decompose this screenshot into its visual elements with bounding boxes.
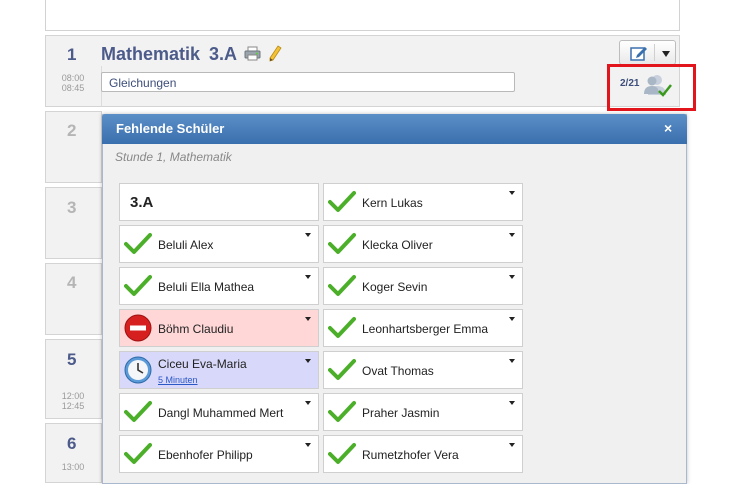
student-name: Böhm Claudiu xyxy=(158,322,234,336)
student-name: Ebenhofer Philipp xyxy=(158,448,253,462)
dialog-title: Fehlende Schüler xyxy=(116,121,225,136)
chevron-down-icon[interactable] xyxy=(305,233,311,237)
late-duration-link[interactable]: 5 Minuten xyxy=(158,375,198,385)
student-card[interactable]: Klecka Oliver xyxy=(323,225,523,263)
previous-lesson-card xyxy=(45,0,680,31)
chevron-down-icon[interactable] xyxy=(662,51,670,57)
lesson-start-time: 12:00 xyxy=(61,391,85,401)
student-card[interactable]: Ebenhofer Philipp xyxy=(119,435,319,473)
lesson-title: Mathematik 3.A xyxy=(101,44,237,65)
lesson-number: 4 xyxy=(67,273,77,292)
chevron-down-icon[interactable] xyxy=(509,401,515,405)
dialog-subtitle: Stunde 1, Mathematik xyxy=(115,150,232,164)
class-name: 3.A xyxy=(209,44,238,64)
lesson-number: 1 xyxy=(67,45,77,64)
student-name: Leonhartsberger Emma xyxy=(362,322,489,336)
lesson-topic-field[interactable]: Gleichungen xyxy=(101,72,515,92)
chevron-down-icon[interactable] xyxy=(509,275,515,279)
student-card[interactable]: Beluli Ella Mathea xyxy=(119,267,319,305)
student-card[interactable]: Leonhartsberger Emma xyxy=(323,309,523,347)
check-icon xyxy=(328,317,356,338)
student-card[interactable]: Beluli Alex xyxy=(119,225,319,263)
check-icon xyxy=(124,275,152,296)
student-card[interactable]: Ovat Thomas xyxy=(323,351,523,389)
lesson-number: 6 xyxy=(67,434,77,453)
student-name: Ciceu Eva-Maria xyxy=(158,357,247,371)
student-name: Koger Sevin xyxy=(362,280,428,294)
lesson-end-time: 12:45 xyxy=(61,401,85,411)
check-icon xyxy=(328,275,356,296)
student-card[interactable]: Praher Jasmin xyxy=(323,393,523,431)
lesson-number: 3 xyxy=(67,198,77,217)
lesson-start-time: 08:00 xyxy=(61,73,85,83)
lesson-end-time: 08:45 xyxy=(61,83,85,93)
chevron-down-icon[interactable] xyxy=(305,359,311,363)
chevron-down-icon[interactable] xyxy=(509,317,515,321)
check-icon xyxy=(124,443,152,464)
check-icon xyxy=(328,401,356,422)
pencil-icon[interactable] xyxy=(268,45,282,62)
clock-icon xyxy=(124,356,152,384)
student-name: Beluli Alex xyxy=(158,238,214,252)
chevron-down-icon[interactable] xyxy=(305,401,311,405)
edit-icon xyxy=(630,47,647,61)
chevron-down-icon[interactable] xyxy=(305,443,311,447)
student-name: Rumetzhofer Vera xyxy=(362,448,459,462)
class-label: 3.A xyxy=(130,194,154,211)
lesson-number: 5 xyxy=(67,350,77,369)
check-icon xyxy=(328,359,356,380)
subject-name: Mathematik xyxy=(101,44,201,64)
student-card[interactable]: Rumetzhofer Vera xyxy=(323,435,523,473)
student-name: Beluli Ella Mathea xyxy=(158,280,255,294)
absent-icon xyxy=(124,314,152,342)
chevron-down-icon[interactable] xyxy=(509,233,515,237)
check-icon xyxy=(328,443,356,464)
student-name: Klecka Oliver xyxy=(362,238,433,252)
attendance-highlight xyxy=(607,64,696,111)
edit-lesson-button[interactable] xyxy=(619,40,676,65)
chevron-down-icon[interactable] xyxy=(509,191,515,195)
student-card[interactable]: Koger Sevin xyxy=(323,267,523,305)
student-name: Praher Jasmin xyxy=(362,406,440,420)
class-header-card: 3.A xyxy=(119,183,319,221)
student-card-absent[interactable]: Böhm Claudiu xyxy=(119,309,319,347)
check-icon xyxy=(124,401,152,422)
student-card[interactable]: Kern Lukas xyxy=(323,183,523,221)
chevron-down-icon[interactable] xyxy=(305,317,311,321)
lesson-number: 2 xyxy=(67,121,77,140)
check-icon xyxy=(124,233,152,254)
student-name: Ovat Thomas xyxy=(362,364,434,378)
student-name: Kern Lukas xyxy=(362,196,423,210)
chevron-down-icon[interactable] xyxy=(305,275,311,279)
chevron-down-icon[interactable] xyxy=(509,359,515,363)
check-icon xyxy=(328,233,356,254)
student-name: Dangl Muhammed Mert xyxy=(158,406,284,420)
student-card[interactable]: Dangl Muhammed Mert xyxy=(119,393,319,431)
print-icon[interactable] xyxy=(244,46,262,62)
close-icon[interactable]: × xyxy=(664,120,672,136)
student-card-late[interactable]: Ciceu Eva-Maria 5 Minuten xyxy=(119,351,319,389)
lesson-start-time: 13:00 xyxy=(61,462,85,472)
check-icon xyxy=(328,191,356,212)
chevron-down-icon[interactable] xyxy=(509,443,515,447)
